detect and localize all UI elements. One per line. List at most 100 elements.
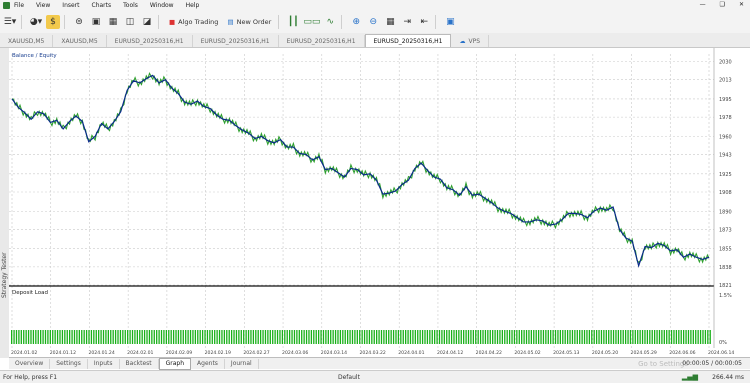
deposit-load-bar <box>204 330 206 344</box>
deposit-load-bar <box>252 330 255 344</box>
subtab-backtest[interactable]: Backtest <box>120 358 159 369</box>
tab-label: VPS <box>468 37 480 45</box>
deposit-load-bar <box>617 330 620 344</box>
deposit-load-bar <box>591 330 593 344</box>
deposit-load-bar <box>530 330 533 344</box>
candlestick-icon[interactable]: ▭▭ <box>303 15 320 29</box>
screenshot-icon[interactable]: ▣ <box>443 15 457 29</box>
deposit-load-bar <box>129 330 131 344</box>
deposit-load-bar <box>373 330 375 344</box>
subtab-agents[interactable]: Agents <box>191 358 225 369</box>
deposit-load-bar <box>397 330 400 344</box>
grid-icon[interactable]: ▦ <box>383 15 397 29</box>
menu-insert[interactable]: Insert <box>62 2 79 9</box>
tab-xauusd-2[interactable]: XAUUSD,M5 <box>53 35 107 47</box>
new-order-label: New Order <box>236 17 272 26</box>
deposit-load-bar <box>218 330 221 344</box>
algo-trading-button[interactable]: ■ Algo Trading <box>166 15 221 29</box>
deposit-load-bar <box>419 330 421 344</box>
timeframe-dropdown-icon[interactable]: ◕▾ <box>29 15 43 29</box>
subtab-settings[interactable]: Settings <box>50 358 88 369</box>
autoscroll-icon[interactable]: ⇥ <box>400 15 414 29</box>
deposit-load-bar <box>405 330 407 344</box>
tab-eurusd-2[interactable]: EURUSD_20250316,H1 <box>193 35 279 47</box>
menu-file[interactable]: File <box>14 2 24 9</box>
menu-help[interactable]: Help <box>186 2 200 9</box>
deposit-load-bar <box>395 330 397 344</box>
deposit-load-bar <box>230 330 233 344</box>
deposit-load-bar <box>699 330 702 344</box>
deposit-load-bar <box>697 330 699 344</box>
restore-icon[interactable]: ❑ <box>720 1 725 8</box>
terminal-icon[interactable]: ◫ <box>123 15 137 29</box>
x-tick-label: 2024.05.13 <box>553 350 579 356</box>
strategy-tester-icon[interactable]: ◪ <box>140 15 154 29</box>
tab-eurusd-active[interactable]: EURUSD_20250316,H1 <box>364 34 452 47</box>
deposit-load-bar <box>134 330 136 344</box>
deposit-load-bar <box>141 330 143 344</box>
deposit-load-bar <box>209 330 211 344</box>
deposit-load-bar <box>182 330 184 344</box>
x-tick-label: 2024.02.09 <box>166 350 192 356</box>
deposit-load-bar <box>692 330 694 344</box>
deposit-load-bar <box>27 330 30 344</box>
deposit-load-bar <box>59 330 61 344</box>
market-watch-icon[interactable]: ⊜ <box>72 15 86 29</box>
menu-view[interactable]: View <box>36 2 50 9</box>
deposit-load-bar <box>153 330 155 344</box>
deposit-load-bar <box>412 330 414 344</box>
deposit-load-bar <box>325 330 327 344</box>
deposit-load-bar <box>504 330 506 344</box>
deposit-load-bar <box>537 330 540 344</box>
menu-window[interactable]: Window <box>150 2 174 9</box>
chart-shift-icon[interactable]: ⇤ <box>417 15 431 29</box>
deposit-load-bar <box>646 330 649 344</box>
close-icon[interactable]: ✕ <box>739 1 744 8</box>
profiles-dropdown-icon[interactable]: ☰▾ <box>3 15 17 29</box>
subtab-inputs[interactable]: Inputs <box>88 358 120 369</box>
subtab-overview[interactable]: Overview <box>9 358 51 369</box>
deposit-load-bar <box>61 330 64 344</box>
deposit-load-bar <box>434 330 436 344</box>
data-window-icon[interactable]: ▣ <box>89 15 103 29</box>
y-tick-label: 1960 <box>719 134 732 140</box>
x-tick-label: 2024.05.02 <box>514 350 540 356</box>
tab-label: EURUSD_20250316,H1 <box>200 37 270 45</box>
minimize-icon[interactable]: — <box>700 1 706 8</box>
deposit-load-bar <box>624 330 627 344</box>
deposit-load-bar <box>322 330 325 344</box>
deposit-load-bar <box>361 330 363 344</box>
deposit-load-bar <box>228 330 230 344</box>
line-chart-icon[interactable]: ∿ <box>323 15 337 29</box>
deposit-load-bar <box>165 330 168 344</box>
deposit-load-bar <box>637 330 639 344</box>
tab-eurusd-3[interactable]: EURUSD_20250316,H1 <box>279 35 365 47</box>
zoom-out-icon[interactable]: ⊖ <box>366 15 380 29</box>
deposit-load-bar <box>690 330 692 344</box>
deposit-load-bar <box>518 330 520 344</box>
menu-tools[interactable]: Tools <box>123 2 138 9</box>
deposit-load-bar <box>192 330 194 344</box>
new-order-button[interactable]: ▤ New Order <box>224 15 274 29</box>
deposit-load-bar <box>535 330 537 344</box>
new-chart-icon[interactable]: $ <box>46 14 60 29</box>
tab-vps[interactable]: ☁ VPS <box>451 35 489 47</box>
tab-xauusd-1[interactable]: XAUUSD,M5 <box>0 35 54 47</box>
deposit-load-bar <box>40 330 42 344</box>
graph-area[interactable]: Balance / Equity Deposit Load 2030 2013 19… <box>9 48 750 358</box>
zoom-in-icon[interactable]: ⊕ <box>349 15 363 29</box>
subtab-journal[interactable]: Journal <box>225 358 259 369</box>
y-tick-label: 2030 <box>719 59 732 65</box>
y-tick-label: 2013 <box>719 78 732 84</box>
deposit-load-bar <box>327 330 329 344</box>
deposit-load-bar <box>496 330 499 344</box>
go-to-settings-link[interactable]: Go to Settings <box>638 360 688 368</box>
bar-chart-icon[interactable]: ┃┃ <box>286 15 300 29</box>
tab-eurusd-1[interactable]: EURUSD_20250316,H1 <box>107 35 193 47</box>
subtab-graph[interactable]: Graph <box>158 357 192 370</box>
deposit-load-title: Deposit Load <box>12 290 48 296</box>
navigator-icon[interactable]: ▦ <box>106 15 120 29</box>
deposit-load-bar <box>264 330 267 344</box>
deposit-load-bar <box>47 330 49 344</box>
menu-charts[interactable]: Charts <box>92 2 112 9</box>
